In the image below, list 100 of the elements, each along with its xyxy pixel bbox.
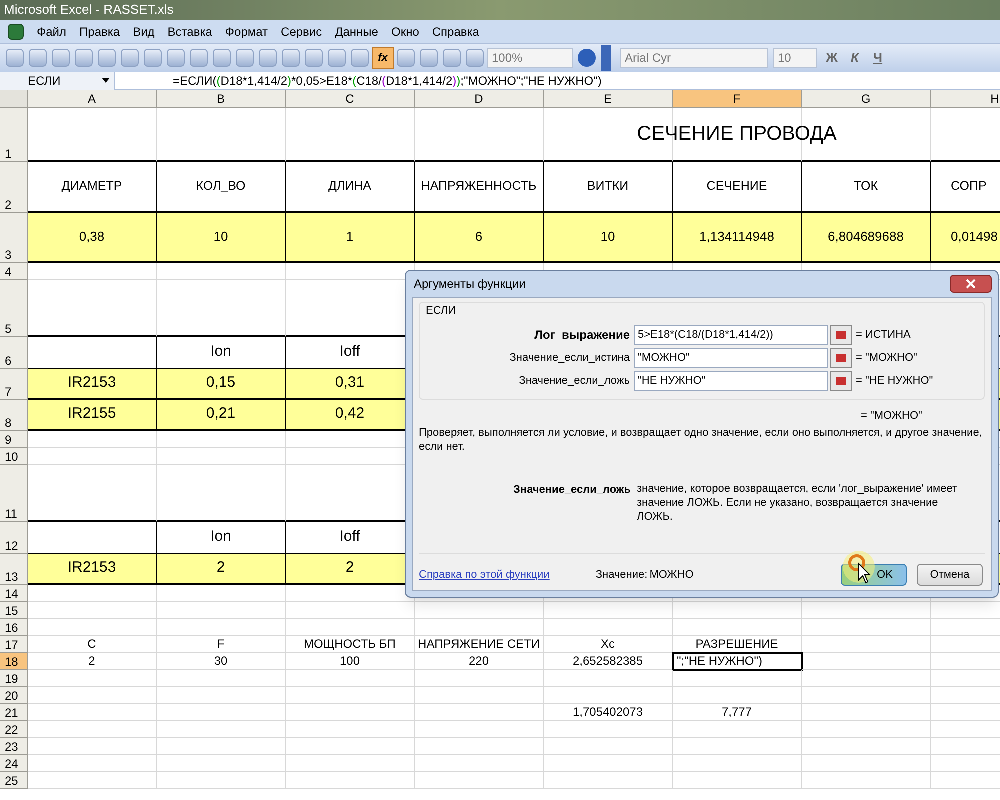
autosum-icon[interactable]	[351, 49, 369, 67]
row-header[interactable]: 25	[0, 772, 28, 789]
research-icon[interactable]	[167, 49, 185, 67]
row-header[interactable]: 7	[0, 369, 28, 400]
spelling-icon[interactable]	[144, 49, 162, 67]
table-cell: РАЗРЕШЕНИЕ	[673, 636, 802, 653]
close-button[interactable]	[950, 275, 992, 293]
active-cell[interactable]: ";"НЕ НУЖНО")	[673, 653, 802, 670]
table-cell: IR2155	[28, 400, 157, 431]
row-header[interactable]: 12	[0, 522, 28, 554]
format-button[interactable]: Ж	[824, 48, 840, 68]
row-header[interactable]: 2	[0, 162, 28, 213]
column-header[interactable]: C	[286, 90, 415, 108]
column-header[interactable]: E	[544, 90, 673, 108]
sort-descending-icon[interactable]	[420, 49, 438, 67]
format-painter-icon[interactable]	[259, 49, 277, 67]
new-icon[interactable]	[6, 49, 24, 67]
collapse-icon[interactable]	[830, 348, 852, 368]
name-box[interactable]: ЕСЛИ	[0, 72, 115, 90]
menu-item[interactable]: Сервис	[281, 22, 322, 40]
row-header[interactable]: 16	[0, 619, 28, 636]
argument-field[interactable]: 5>E18*(C18/(D18*1,414/2))	[634, 325, 828, 345]
menu-item[interactable]: Вид	[133, 22, 155, 40]
copy-icon[interactable]	[213, 49, 231, 67]
hyperlink-icon[interactable]	[328, 49, 346, 67]
format-button[interactable]: К	[847, 48, 863, 68]
table-cell: МОЩНОСТЬ БП	[286, 636, 415, 653]
row-header[interactable]: 11	[0, 465, 28, 522]
font-dropdown[interactable]: Arial Cyr	[620, 48, 768, 68]
dropdown-arrow-icon[interactable]	[102, 78, 110, 83]
sort-ascending-icon[interactable]	[397, 49, 415, 67]
row-header[interactable]: 5	[0, 280, 28, 337]
column-header[interactable]: D	[415, 90, 544, 108]
row-header[interactable]: 8	[0, 400, 28, 431]
menu-item[interactable]: Вставка	[168, 22, 212, 40]
collapse-icon[interactable]	[830, 325, 852, 345]
menu-item[interactable]: Файл	[37, 22, 67, 40]
argument-result: = "МОЖНО"	[856, 350, 918, 366]
menu-item[interactable]: Окно	[391, 22, 420, 40]
table-cell: 6	[415, 213, 544, 263]
cut-icon[interactable]	[190, 49, 208, 67]
undo-icon[interactable]	[282, 49, 300, 67]
function-description: Проверяет, выполняется ли условие, и возвращает одно значение, если оно выполняется, и другое значение, если нет.	[419, 426, 984, 454]
function-name: ЕСЛИ	[426, 304, 458, 319]
formula-field[interactable]: =ЕСЛИ((D18*1,414/2)*0,05>E18*(C18/(D18*1,414/2));"МОЖНО";"НЕ НУЖНО")	[173, 72, 602, 90]
row-header[interactable]: 20	[0, 687, 28, 704]
paste-icon[interactable]	[236, 49, 254, 67]
row-header[interactable]: 14	[0, 585, 28, 602]
help-link[interactable]: Справка по этой функции	[419, 566, 550, 584]
menu-item[interactable]: Справка	[432, 22, 480, 40]
format-button[interactable]: Ч	[870, 48, 886, 68]
collapse-icon[interactable]	[830, 371, 852, 391]
help-icon[interactable]	[578, 49, 596, 67]
table-cell: 30	[157, 653, 286, 670]
menu-item[interactable]: Правка	[80, 22, 120, 40]
row-header[interactable]: 10	[0, 448, 28, 465]
row-header[interactable]: 1	[0, 108, 28, 162]
argument-field[interactable]: "НЕ НУЖНО"	[634, 371, 828, 391]
table-cell: 2,652582385	[544, 653, 673, 670]
column-header[interactable]: H	[931, 90, 1000, 108]
row-header[interactable]: 23	[0, 738, 28, 755]
preview-icon[interactable]	[121, 49, 139, 67]
row-header[interactable]: 18	[0, 653, 28, 670]
row-header[interactable]: 6	[0, 337, 28, 369]
row-header[interactable]: 4	[0, 263, 28, 280]
row-header[interactable]: 24	[0, 755, 28, 772]
menu-item[interactable]: Формат	[225, 22, 268, 40]
chart-icon[interactable]	[443, 49, 461, 67]
excel-icon[interactable]	[8, 24, 24, 40]
row-header[interactable]: 17	[0, 636, 28, 653]
column-header[interactable]: B	[157, 90, 286, 108]
row-header[interactable]: 13	[0, 554, 28, 585]
argument-field[interactable]: "МОЖНО"	[634, 348, 828, 368]
dialog-title: Аргументы функции	[413, 276, 526, 293]
column-header[interactable]: G	[802, 90, 931, 108]
row-header[interactable]: 21	[0, 704, 28, 721]
select-all-corner[interactable]	[0, 90, 28, 108]
row-header[interactable]: 19	[0, 670, 28, 687]
font-size-dropdown[interactable]: 10	[773, 48, 817, 68]
row-header[interactable]: 3	[0, 213, 28, 263]
insert-function-button[interactable]: fx	[372, 47, 394, 69]
row-header[interactable]: 15	[0, 602, 28, 619]
zoom-dropdown[interactable]: 100%	[487, 48, 573, 68]
table-cell: 1	[286, 213, 415, 263]
row-header[interactable]: 22	[0, 721, 28, 738]
column-header[interactable]: A	[28, 90, 157, 108]
save-icon[interactable]	[52, 49, 70, 67]
drawing-icon[interactable]	[466, 49, 484, 67]
column-header[interactable]: F	[673, 90, 802, 108]
permission-icon[interactable]	[75, 49, 93, 67]
close-icon[interactable]	[966, 279, 976, 289]
dialog-button[interactable]: Отмена	[917, 564, 983, 586]
redo-icon[interactable]	[305, 49, 323, 67]
open-icon[interactable]	[29, 49, 47, 67]
table-cell: Xc	[544, 636, 673, 653]
print-icon[interactable]	[98, 49, 116, 67]
table-cell: IR2153	[28, 554, 157, 585]
menu-item[interactable]: Данные	[335, 22, 378, 40]
argument-label: Лог_выражение	[534, 327, 631, 344]
row-header[interactable]: 9	[0, 431, 28, 448]
